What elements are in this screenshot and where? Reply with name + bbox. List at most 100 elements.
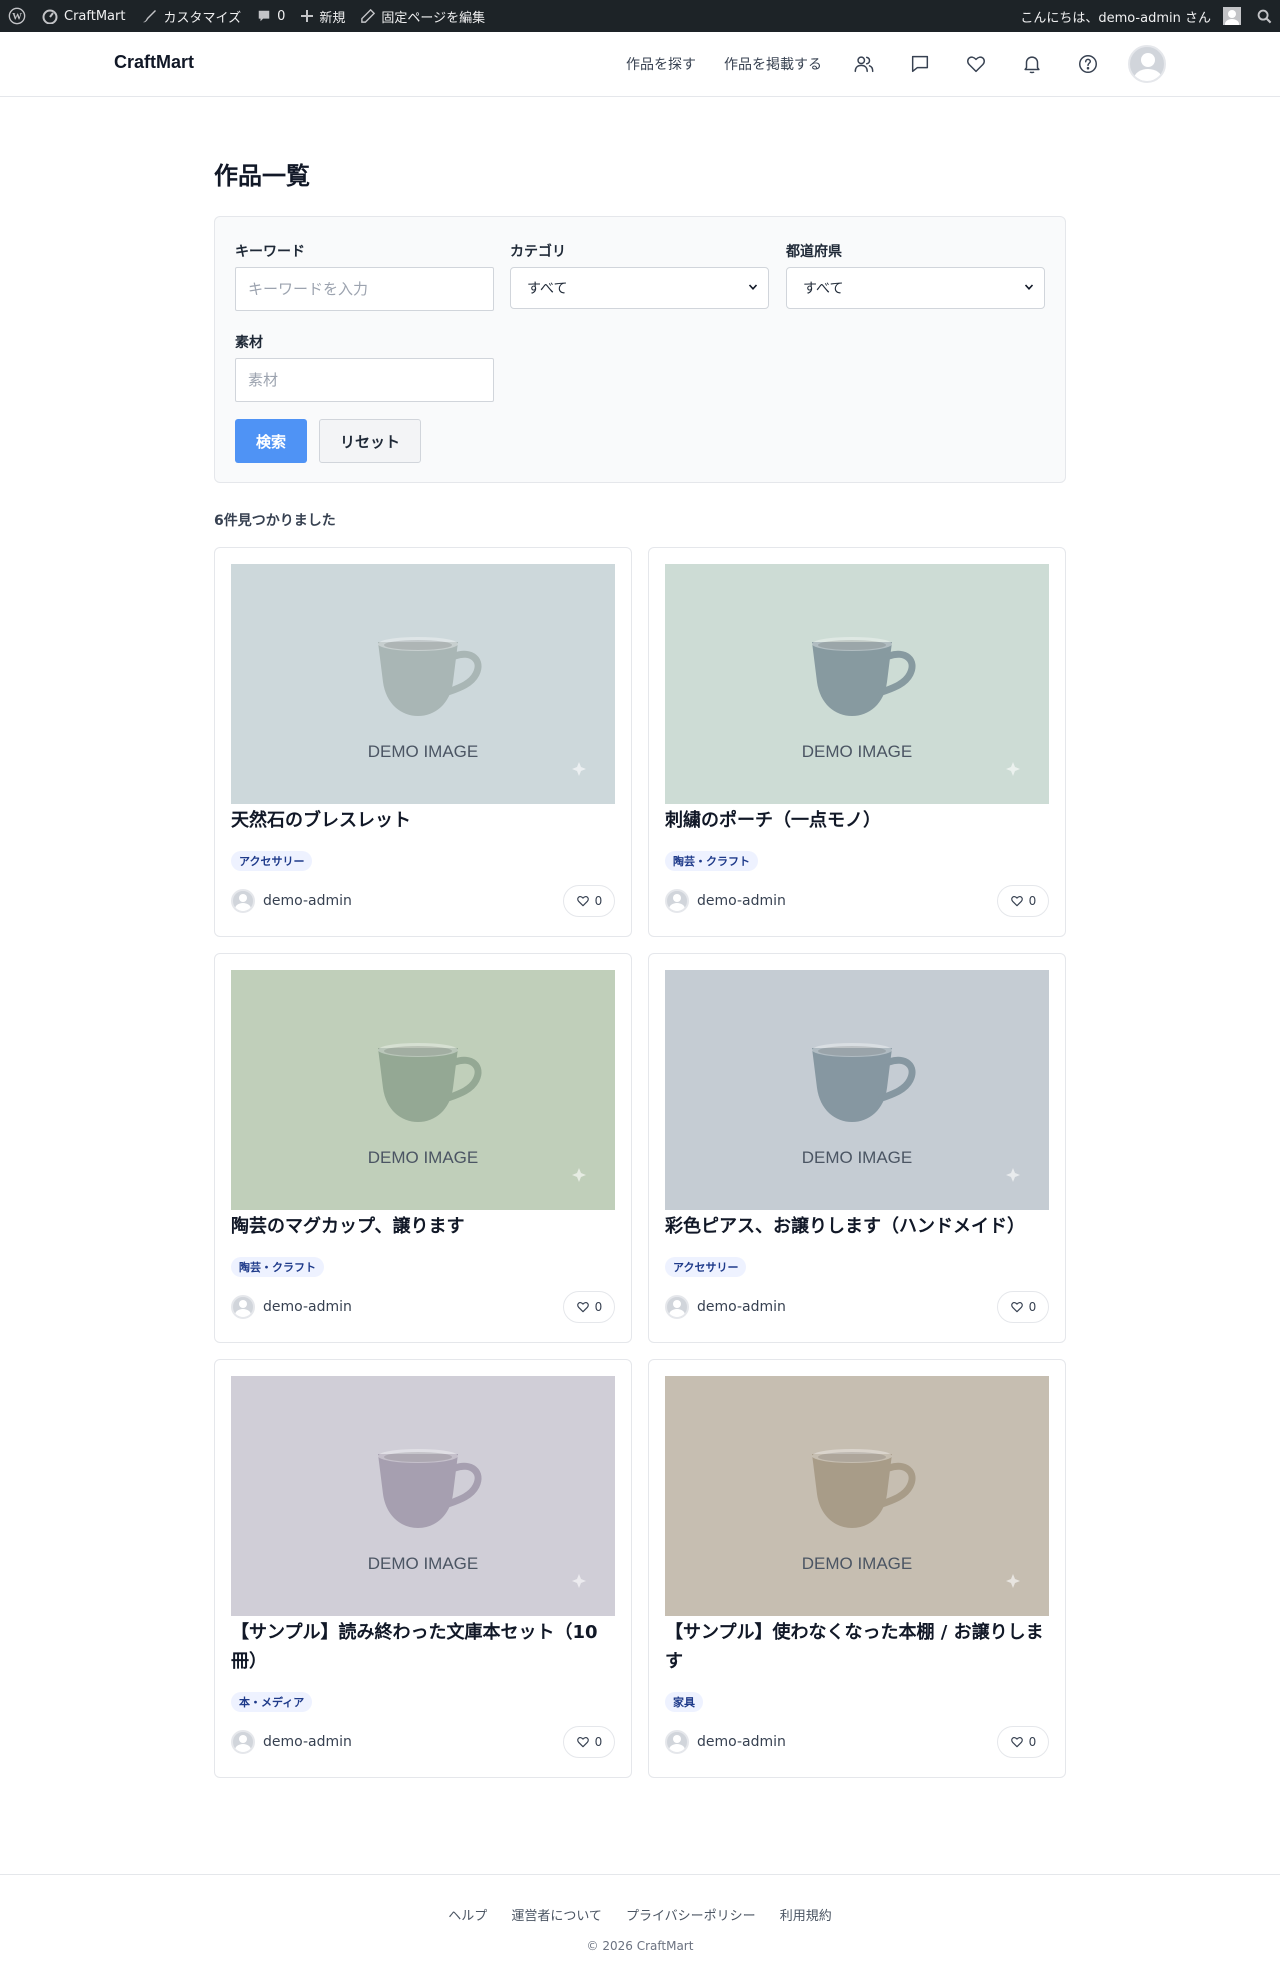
admin-search-button[interactable] [1249,0,1280,32]
work-title[interactable]: 刺繍のポーチ（一点モノ） [665,806,1049,835]
chevron-down-icon [748,284,758,290]
category-badge: 本・メディア [231,1692,313,1712]
svg-text:W: W [12,12,22,23]
favorites-heart-icon[interactable] [962,50,990,78]
work-card[interactable]: DEMO IMAGE 陶芸のマグカップ、譲ります 陶芸・クラフト demo-ad… [214,953,632,1343]
category-badge: 陶芸・クラフト [231,1257,324,1277]
admin-comments-link[interactable]: 0 [249,0,293,32]
author-name: demo-admin [697,1734,786,1750]
site-footer: ヘルプ 運営者について プライバシーポリシー 利用規約 © 2026 Craft… [0,1874,1280,1969]
footer-terms-link[interactable]: 利用規約 [780,1905,832,1924]
admin-edit-page-link[interactable]: 固定ページを編集 [353,0,493,32]
copyright: © 2026 CraftMart [586,1939,694,1953]
work-author[interactable]: demo-admin [665,1730,786,1754]
admin-comments-count: 0 [277,8,286,24]
work-card[interactable]: DEMO IMAGE 刺繍のポーチ（一点モノ） 陶芸・クラフト demo-adm… [648,547,1066,937]
like-count: 0 [1028,894,1037,908]
admin-account-menu[interactable]: こんにちは、demo-admin さん [1012,0,1249,32]
admin-customize-label: カスタマイズ [163,10,242,26]
prefecture-label: 都道府県 [786,244,842,260]
heart-icon [576,1737,589,1748]
search-button[interactable]: 検索 [235,419,307,463]
like-button[interactable]: 0 [997,1291,1049,1323]
author-avatar [665,1730,689,1754]
admin-site-link[interactable]: CraftMart [34,0,133,32]
work-thumbnail[interactable]: DEMO IMAGE [231,564,615,804]
brush-icon [143,10,157,23]
work-author[interactable]: demo-admin [231,1295,352,1319]
thumbnail-label: DEMO IMAGE [801,1148,913,1167]
admin-greeting: こんにちは、demo-admin さん [1020,10,1211,26]
work-thumbnail[interactable]: DEMO IMAGE [231,970,615,1210]
nav-find-works[interactable]: 作品を探す [626,54,696,74]
work-title[interactable]: 彩色ピアス、お譲りします（ハンドメイド） [665,1212,1049,1241]
material-label: 素材 [235,335,263,351]
like-count: 0 [594,1300,603,1314]
like-button[interactable]: 0 [563,885,615,917]
prefecture-selected-value: すべて [803,281,844,297]
work-author[interactable]: demo-admin [231,889,352,913]
admin-customize-link[interactable]: カスタマイズ [133,0,249,32]
work-title[interactable]: 【サンプル】使わなくなった本棚 / お譲りします [665,1618,1049,1676]
work-author[interactable]: demo-admin [665,889,786,913]
work-title[interactable]: 【サンプル】読み終わった文庫本セット（10冊） [231,1618,615,1676]
material-input[interactable] [235,358,494,402]
main-nav: 作品を探す 作品を掲載する [626,32,1280,96]
heart-icon [576,896,589,907]
site-logo[interactable]: CraftMart [114,52,194,73]
comment-icon [258,10,270,22]
author-avatar [665,889,689,913]
keyword-input[interactable] [235,267,494,311]
footer-links: ヘルプ 運営者について プライバシーポリシー 利用規約 [0,1905,1280,1924]
footer-about-link[interactable]: 運営者について [511,1905,602,1924]
work-card[interactable]: DEMO IMAGE 彩色ピアス、お譲りします（ハンドメイド） アクセサリー d… [648,953,1066,1343]
messages-icon[interactable] [906,50,934,78]
work-thumbnail[interactable]: DEMO IMAGE [665,1376,1049,1616]
user-avatar[interactable] [1128,45,1166,83]
search-icon [1257,9,1272,23]
work-thumbnail[interactable]: DEMO IMAGE [665,564,1049,804]
work-title[interactable]: 天然石のブレスレット [231,806,615,835]
admin-bar: W CraftMart カスタマイズ 0 新規 固定ページを編集 こんにちは、d… [0,0,1280,32]
work-thumbnail[interactable]: DEMO IMAGE [665,970,1049,1210]
reset-button[interactable]: リセット [319,419,421,463]
prefecture-select[interactable]: すべて [786,267,1045,309]
category-label: カテゴリ [510,244,566,260]
work-card[interactable]: DEMO IMAGE 【サンプル】使わなくなった本棚 / お譲りします 家具 d… [648,1359,1066,1778]
work-author[interactable]: demo-admin [231,1730,352,1754]
admin-new-link[interactable]: 新規 [293,0,353,32]
category-select[interactable]: すべて [510,267,769,309]
nav-post-work[interactable]: 作品を掲載する [724,54,822,74]
author-avatar [231,889,255,913]
help-icon[interactable] [1074,50,1102,78]
like-count: 0 [1028,1735,1037,1749]
admin-new-label: 新規 [319,10,346,26]
keyword-label: キーワード [235,244,305,260]
site-header: CraftMart 作品を探す 作品を掲載する [0,32,1280,97]
like-button[interactable]: 0 [563,1291,615,1323]
author-name: demo-admin [263,1299,352,1315]
like-button[interactable]: 0 [563,1726,615,1758]
category-badge: アクセサリー [665,1257,747,1277]
work-title[interactable]: 陶芸のマグカップ、譲ります [231,1212,615,1241]
like-button[interactable]: 0 [997,1726,1049,1758]
admin-site-name: CraftMart [64,8,126,24]
page-title: 作品一覧 [214,162,310,190]
author-name: demo-admin [697,1299,786,1315]
heart-icon [1010,896,1023,907]
work-thumbnail[interactable]: DEMO IMAGE [231,1376,615,1616]
work-card[interactable]: DEMO IMAGE 天然石のブレスレット アクセサリー demo-admin … [214,547,632,937]
author-name: demo-admin [697,893,786,909]
users-icon[interactable] [850,50,878,78]
heart-icon [1010,1302,1023,1313]
like-count: 0 [594,1735,603,1749]
footer-privacy-link[interactable]: プライバシーポリシー [626,1905,756,1924]
work-card[interactable]: DEMO IMAGE 【サンプル】読み終わった文庫本セット（10冊） 本・メディ… [214,1359,632,1778]
wordpress-logo-icon[interactable]: W [0,0,34,32]
work-author[interactable]: demo-admin [665,1295,786,1319]
thumbnail-label: DEMO IMAGE [367,742,479,761]
footer-help-link[interactable]: ヘルプ [448,1905,487,1924]
notifications-bell-icon[interactable] [1018,50,1046,78]
like-count: 0 [1028,1300,1037,1314]
like-button[interactable]: 0 [997,885,1049,917]
